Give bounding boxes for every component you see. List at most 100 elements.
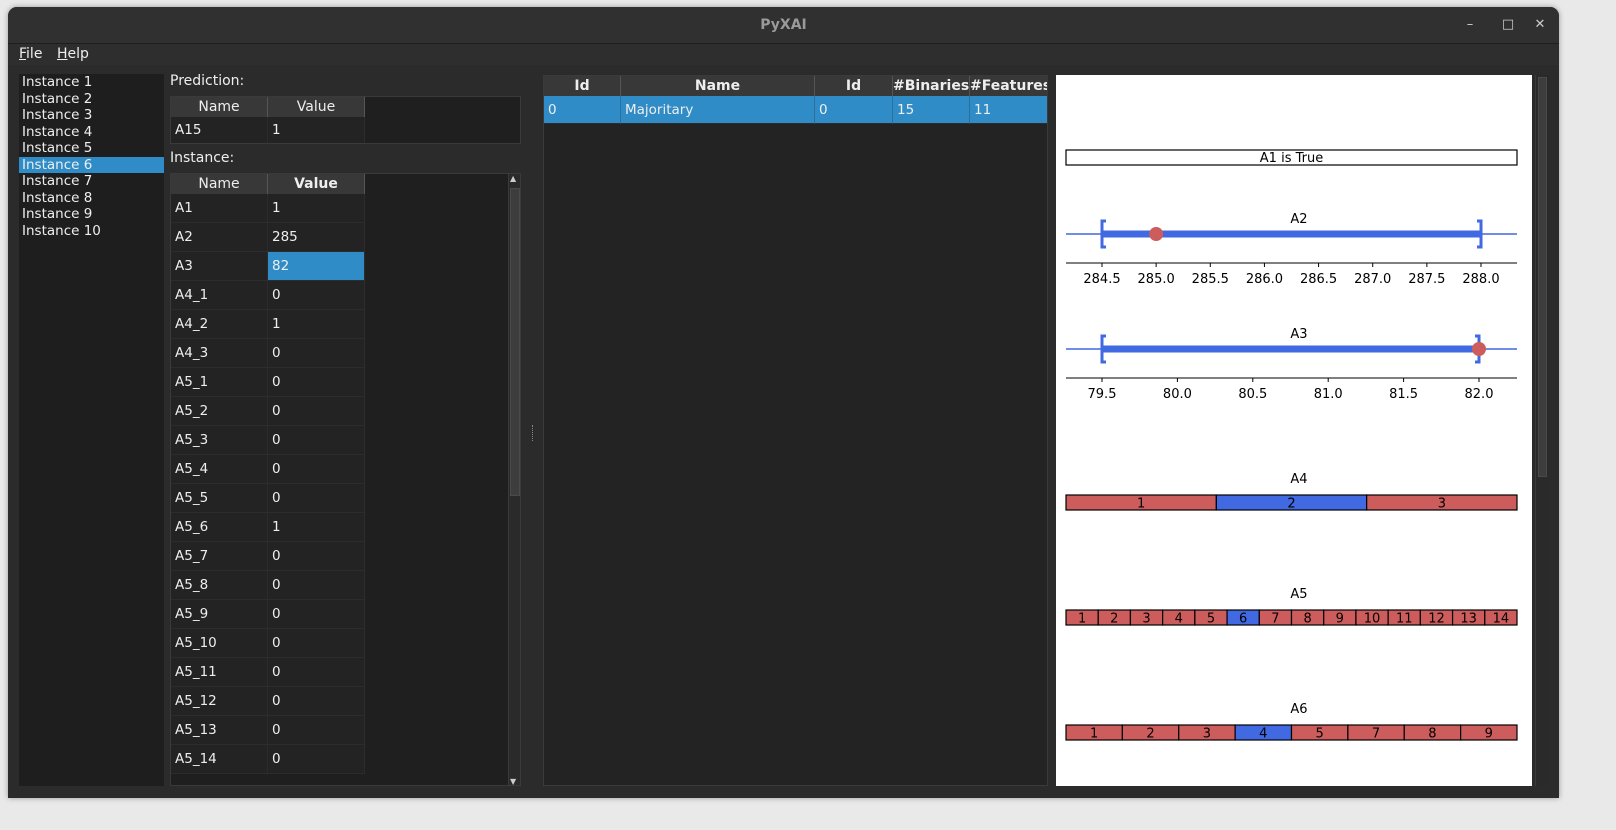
menu-help[interactable]: Help bbox=[57, 46, 89, 62]
instance-name-cell[interactable]: A4_1 bbox=[171, 281, 268, 310]
instance-name-cell[interactable]: A1 bbox=[171, 194, 268, 223]
instance-value-cell[interactable]: 285 bbox=[268, 223, 365, 252]
splitter-handle[interactable] bbox=[532, 425, 534, 441]
scroll-down-icon[interactable]: ▼ bbox=[510, 777, 516, 785]
instance-name-cell[interactable]: A5_12 bbox=[171, 687, 268, 716]
x-tick-label: 80.0 bbox=[1163, 387, 1192, 402]
instance-value-cell[interactable]: 0 bbox=[268, 339, 365, 368]
reasons-cell[interactable]: 0 bbox=[815, 96, 893, 124]
reasons-column-header[interactable]: Name bbox=[621, 76, 815, 96]
instance-value-cell[interactable]: 0 bbox=[268, 600, 365, 629]
instance-list-item[interactable]: Instance 8 bbox=[19, 190, 164, 207]
instance-list-item[interactable]: Instance 5 bbox=[19, 140, 164, 157]
instance-table-scrollbar[interactable]: ▲ ▼ bbox=[508, 174, 520, 785]
column-header-name[interactable]: Name bbox=[171, 97, 268, 117]
instance-list-item[interactable]: Instance 7 bbox=[19, 173, 164, 190]
instance-value-cell[interactable]: 1 bbox=[268, 513, 365, 542]
instance-value-cell[interactable]: 1 bbox=[268, 194, 365, 223]
reasons-cell[interactable]: 15 bbox=[893, 96, 970, 124]
instance-list-item[interactable]: Instance 2 bbox=[19, 91, 164, 108]
reasons-cell[interactable]: Majoritary bbox=[621, 96, 815, 124]
title-bar: PyXAI – □ ✕ bbox=[8, 7, 1559, 44]
instance-name-cell[interactable]: A5_3 bbox=[171, 426, 268, 455]
instance-value-cell[interactable]: 0 bbox=[268, 281, 365, 310]
category-label: 1 bbox=[1090, 727, 1098, 742]
instance-value-cell[interactable]: 0 bbox=[268, 455, 365, 484]
category-label: 6 bbox=[1239, 612, 1247, 627]
explanation-chart: A1 is TrueA2284.5 285.0 285.5 286.0 286.5 287… bbox=[1065, 149, 1518, 742]
column-header-value[interactable]: Value bbox=[268, 97, 365, 117]
instance-value-cell[interactable]: 0 bbox=[268, 484, 365, 513]
prediction-value-cell[interactable]: 1 bbox=[268, 117, 365, 143]
reasons-column-header[interactable]: #Binaries bbox=[893, 76, 970, 96]
column-header-name[interactable]: Name bbox=[171, 174, 268, 194]
x-tick-label: 285.0 bbox=[1138, 272, 1175, 287]
instance-name-cell[interactable]: A5_11 bbox=[171, 658, 268, 687]
instance-table: Name Value A1 1 A2 285 A3 82 A4_1 0 A4_2 1 A4_3 0 A5… bbox=[170, 173, 521, 786]
reasons-cell[interactable]: 0 bbox=[544, 96, 621, 124]
reasons-cell[interactable]: 11 bbox=[970, 96, 1047, 124]
instance-list[interactable]: Instance 1 Instance 2 Instance 3 Instance 4… bbox=[19, 74, 164, 786]
category-label: 5 bbox=[1316, 727, 1324, 742]
instance-name-cell[interactable]: A4_2 bbox=[171, 310, 268, 339]
window-title: PyXAI bbox=[760, 17, 807, 33]
column-header-value[interactable]: Value bbox=[268, 174, 365, 194]
category-label: 12 bbox=[1428, 612, 1445, 627]
instance-name-cell[interactable]: A2 bbox=[171, 223, 268, 252]
menu-file[interactable]: File bbox=[19, 46, 42, 62]
instance-list-item[interactable]: Instance 6 bbox=[19, 156, 164, 173]
x-tick-label: 287.0 bbox=[1354, 272, 1391, 287]
instance-name-cell[interactable]: A5_10 bbox=[171, 629, 268, 658]
close-icon[interactable]: ✕ bbox=[1530, 15, 1550, 35]
instance-name-cell[interactable]: A3 bbox=[171, 252, 268, 281]
category-label: 2 bbox=[1146, 727, 1154, 742]
main-window: PyXAI – □ ✕ File Help Instance 1 Instance… bbox=[8, 7, 1559, 798]
instance-value-cell[interactable]: 0 bbox=[268, 397, 365, 426]
feature-title: A6 bbox=[1290, 702, 1307, 717]
category-label: 3 bbox=[1438, 497, 1446, 512]
minimize-icon[interactable]: – bbox=[1460, 15, 1480, 35]
instance-list-item[interactable]: Instance 9 bbox=[19, 206, 164, 223]
instance-name-cell[interactable]: A5_8 bbox=[171, 571, 268, 600]
category-label: 2 bbox=[1110, 612, 1118, 627]
scrollbar-thumb[interactable] bbox=[510, 188, 520, 496]
instance-value-cell[interactable]: 82 bbox=[268, 252, 365, 281]
category-label: 3 bbox=[1203, 727, 1211, 742]
reasons-column-header[interactable]: Id Method bbox=[544, 76, 621, 114]
instance-value-cell[interactable]: 0 bbox=[268, 629, 365, 658]
instance-name-cell[interactable]: A5_7 bbox=[171, 542, 268, 571]
reasons-column-header[interactable]: #Features bbox=[970, 76, 1047, 96]
instance-value-cell[interactable]: 0 bbox=[268, 687, 365, 716]
prediction-name-cell[interactable]: A15 bbox=[171, 117, 268, 143]
instance-list-item[interactable]: Instance 10 bbox=[19, 223, 164, 240]
category-label: 1 bbox=[1137, 497, 1145, 512]
instance-list-item[interactable]: Instance 1 bbox=[19, 74, 164, 91]
instance-list-item[interactable]: Instance 3 bbox=[19, 107, 164, 124]
instance-name-cell[interactable]: A5_1 bbox=[171, 368, 268, 397]
instance-name-cell[interactable]: A5_14 bbox=[171, 745, 268, 774]
instance-name-cell[interactable]: A5_4 bbox=[171, 455, 268, 484]
category-label: 5 bbox=[1207, 612, 1215, 627]
instance-name-cell[interactable]: A4_3 bbox=[171, 339, 268, 368]
instance-name-cell[interactable]: A5_2 bbox=[171, 397, 268, 426]
maximize-icon[interactable]: □ bbox=[1498, 15, 1518, 35]
x-tick-label: 80.5 bbox=[1238, 387, 1267, 402]
instance-value-cell[interactable]: 0 bbox=[268, 716, 365, 745]
instance-value-cell[interactable]: 1 bbox=[268, 310, 365, 339]
instance-name-cell[interactable]: A5_6 bbox=[171, 513, 268, 542]
scrollbar-thumb[interactable] bbox=[1538, 77, 1547, 477]
instance-value-cell[interactable]: 0 bbox=[268, 368, 365, 397]
instance-name-cell[interactable]: A5_9 bbox=[171, 600, 268, 629]
reasons-column-header[interactable]: Id Reason bbox=[815, 76, 893, 114]
instance-value-cell[interactable]: 0 bbox=[268, 745, 365, 774]
instance-value-cell[interactable]: 0 bbox=[268, 658, 365, 687]
instance-list-item[interactable]: Instance 4 bbox=[19, 124, 164, 141]
instance-name-cell[interactable]: A5_5 bbox=[171, 484, 268, 513]
instance-value-cell[interactable]: 0 bbox=[268, 426, 365, 455]
instance-name-cell[interactable]: A5_13 bbox=[171, 716, 268, 745]
plot-scrollbar[interactable] bbox=[1535, 75, 1549, 786]
instance-value-cell[interactable]: 0 bbox=[268, 571, 365, 600]
instance-value-cell[interactable]: 0 bbox=[268, 542, 365, 571]
scroll-up-icon[interactable]: ▲ bbox=[510, 174, 516, 183]
instance-value-point bbox=[1472, 342, 1486, 356]
